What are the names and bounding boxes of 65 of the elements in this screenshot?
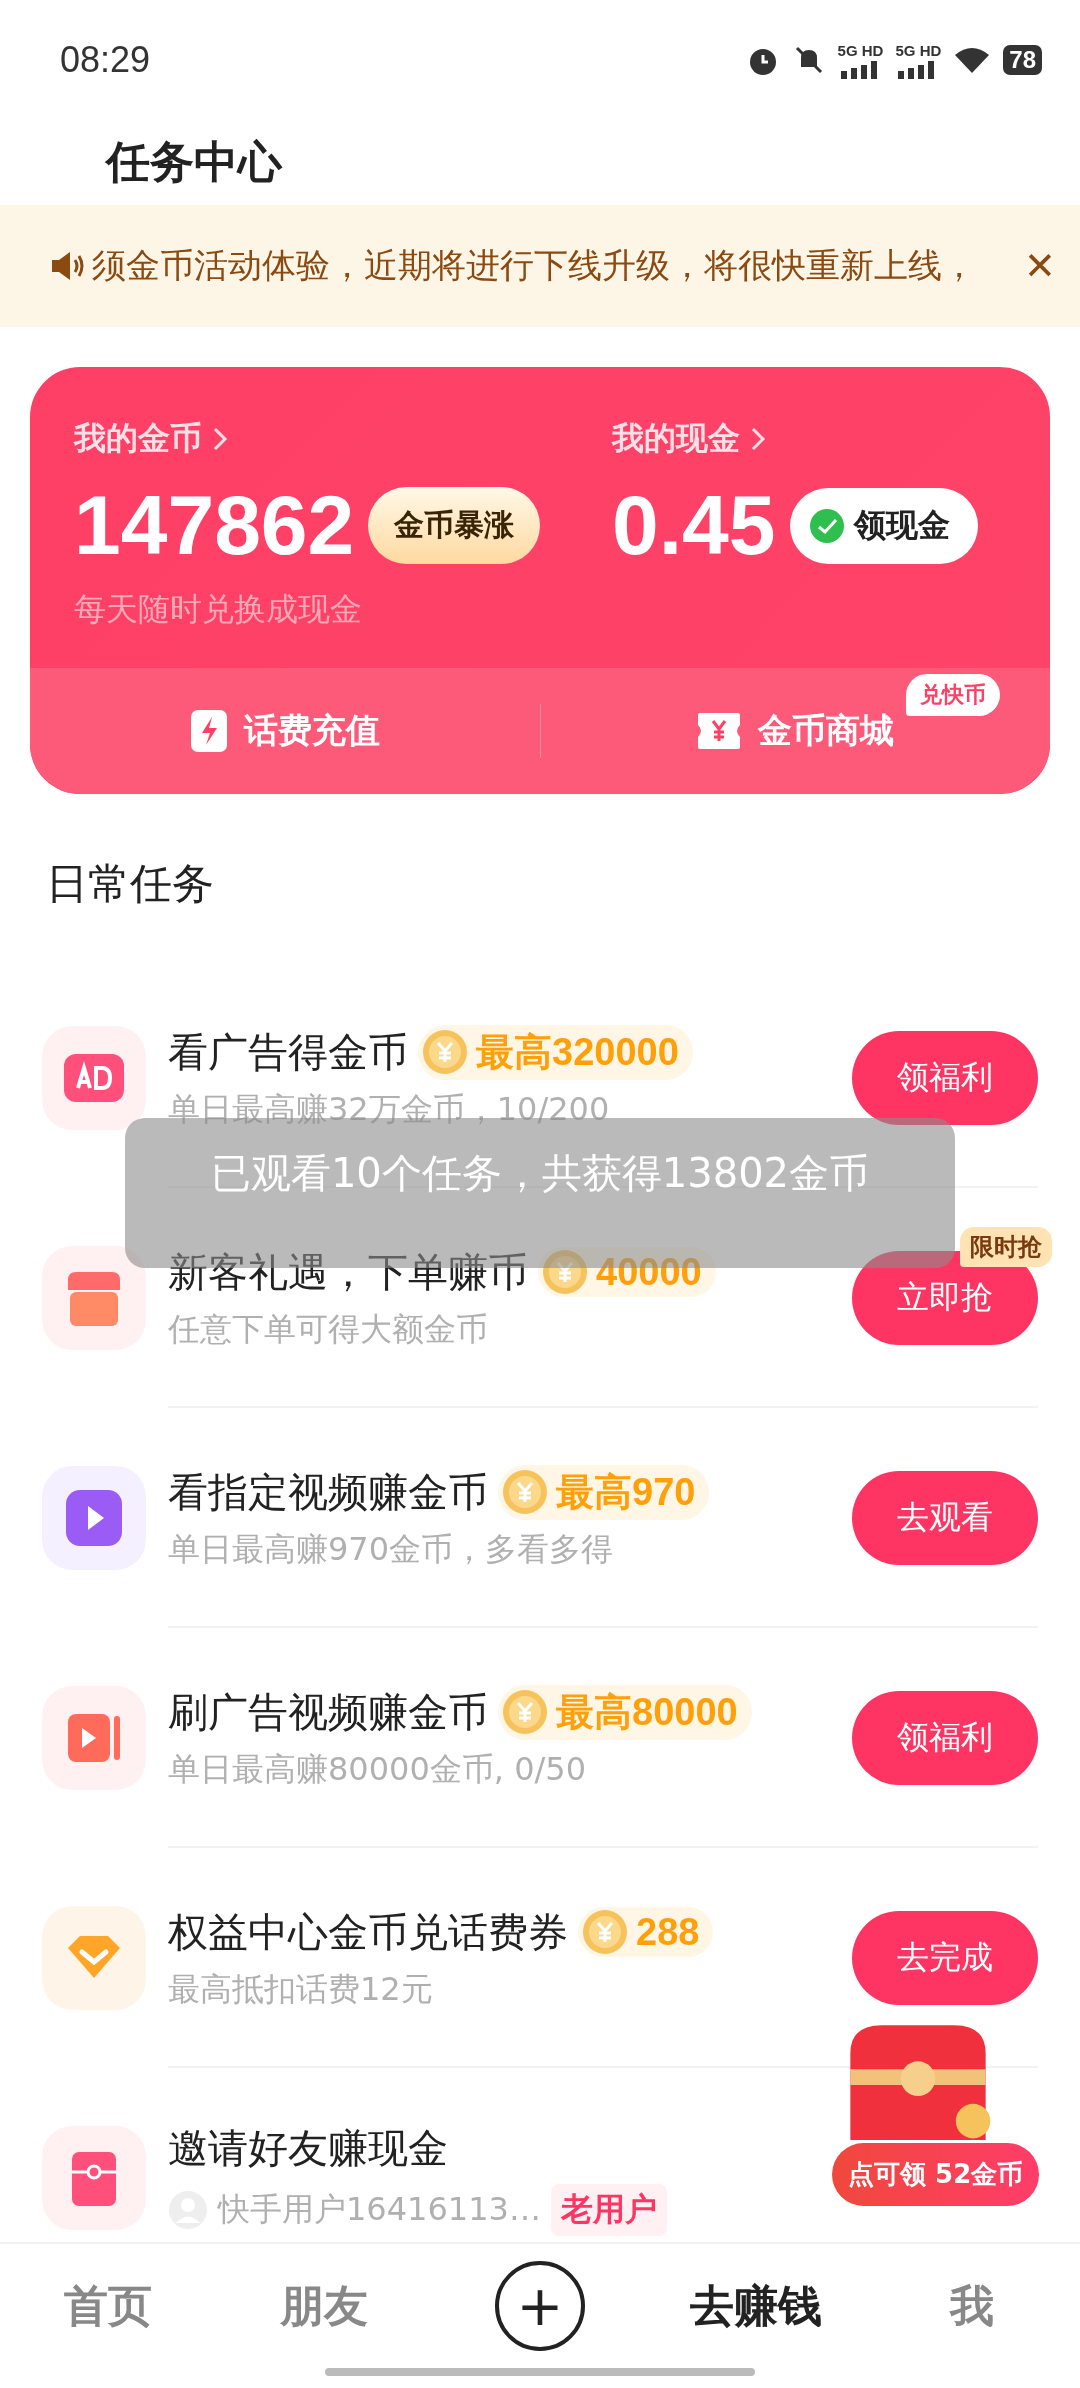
task-subtitle: 单日最高赚80000金币, 0/50 bbox=[168, 1748, 587, 1790]
coin-icon bbox=[422, 1029, 468, 1075]
status-time: 08:29 bbox=[60, 39, 151, 81]
cash-balance: 0.45 bbox=[612, 477, 776, 574]
task-button[interactable]: 领福利 bbox=[852, 1031, 1038, 1125]
task-title: 看指定视频赚金币 bbox=[168, 1467, 488, 1517]
reward-amount: 288 bbox=[636, 1910, 700, 1954]
task-title: 新客礼遇，下单赚币 bbox=[168, 1247, 528, 1297]
task-subtitle: 单日最高赚32万金币，10/200 bbox=[168, 1088, 611, 1130]
cash-link[interactable]: 我的现金 bbox=[612, 417, 1006, 461]
task-button[interactable]: 领福利 bbox=[852, 1691, 1038, 1785]
task-title: 刷广告视频赚金币 bbox=[168, 1687, 488, 1737]
network-label: 5G HD bbox=[837, 41, 884, 59]
chevron-icon bbox=[750, 426, 766, 452]
nav-tab[interactable]: 去赚钱 bbox=[690, 2276, 822, 2336]
create-button[interactable]: + bbox=[495, 2261, 585, 2351]
speaker-icon bbox=[50, 249, 86, 283]
coins-link[interactable]: 我的金币 bbox=[74, 417, 612, 461]
reward-amount: 40000 bbox=[596, 1250, 702, 1294]
video-icon bbox=[42, 1686, 146, 1790]
play-icon bbox=[42, 1466, 146, 1570]
task-button[interactable]: 去观看 bbox=[852, 1471, 1038, 1565]
exchange-hint: 每天随时兑换成现金 bbox=[74, 589, 363, 630]
link-badge: 兑快币 bbox=[906, 674, 1000, 716]
task-subtitle: 最高抵扣话费12元 bbox=[168, 1968, 434, 2010]
user-name: 快手用户16416113… bbox=[218, 2188, 541, 2230]
ad-icon bbox=[42, 1026, 146, 1130]
ticket-icon bbox=[696, 711, 743, 751]
toast-text: 已观看10个任务，共获得13802金币 bbox=[210, 1149, 870, 1198]
task-subtitle: 单日最高赚970金币，多看多得 bbox=[168, 1528, 615, 1570]
nav-tab[interactable]: 首页 bbox=[64, 2276, 152, 2336]
envelope-icon bbox=[42, 2126, 146, 2230]
reward-pill[interactable]: 点可领 52金币 bbox=[832, 2143, 1040, 2206]
wifi-icon bbox=[953, 45, 992, 75]
card-link[interactable]: 金币商城 bbox=[758, 708, 895, 754]
surge-tag: 金币暴涨 bbox=[368, 487, 541, 564]
chevron-icon bbox=[212, 426, 228, 452]
coin-icon bbox=[542, 1249, 588, 1295]
coin-balance: 147862 bbox=[74, 477, 355, 574]
task-button[interactable]: 去完成 bbox=[852, 1911, 1038, 2005]
coin-icon bbox=[502, 1689, 548, 1735]
battery-icon: 78 bbox=[1003, 45, 1042, 75]
bolt-icon bbox=[189, 709, 228, 753]
nav-tab[interactable]: 朋友 bbox=[280, 2276, 368, 2336]
page-title: 任务中心 bbox=[104, 135, 284, 189]
task-title: 权益中心金币兑话费券 bbox=[168, 1907, 568, 1957]
task-subtitle: 任意下单可得大额金币 bbox=[168, 1308, 489, 1350]
task-title: 看广告得金币 bbox=[168, 1027, 408, 1077]
network-label: 5G HD bbox=[895, 41, 942, 59]
nav-tab[interactable]: 我 bbox=[950, 2276, 994, 2336]
reward-amount: 最高320000 bbox=[476, 1029, 679, 1075]
reward-amount: 最高80000 bbox=[556, 1689, 738, 1735]
close-button[interactable]: ✕ bbox=[1024, 244, 1056, 288]
user-tag: 老用户 bbox=[550, 2183, 667, 2236]
notice-text: 须金币活动体验，近期将进行下线升级，将很快重新上线， bbox=[92, 244, 977, 287]
shop-icon bbox=[42, 1246, 146, 1350]
check-icon bbox=[807, 506, 846, 545]
task-title: 邀请好友赚现金 bbox=[168, 2123, 448, 2173]
limited-tag: 限时抢 bbox=[960, 1227, 1052, 1267]
section-title: 日常任务 bbox=[45, 858, 215, 910]
card-link[interactable]: 话费充值 bbox=[243, 708, 380, 754]
coin-icon bbox=[502, 1469, 548, 1515]
withdraw-button[interactable]: 领现金 bbox=[789, 487, 978, 564]
coin-icon bbox=[582, 1909, 628, 1955]
reward-amount: 最高970 bbox=[556, 1469, 696, 1515]
